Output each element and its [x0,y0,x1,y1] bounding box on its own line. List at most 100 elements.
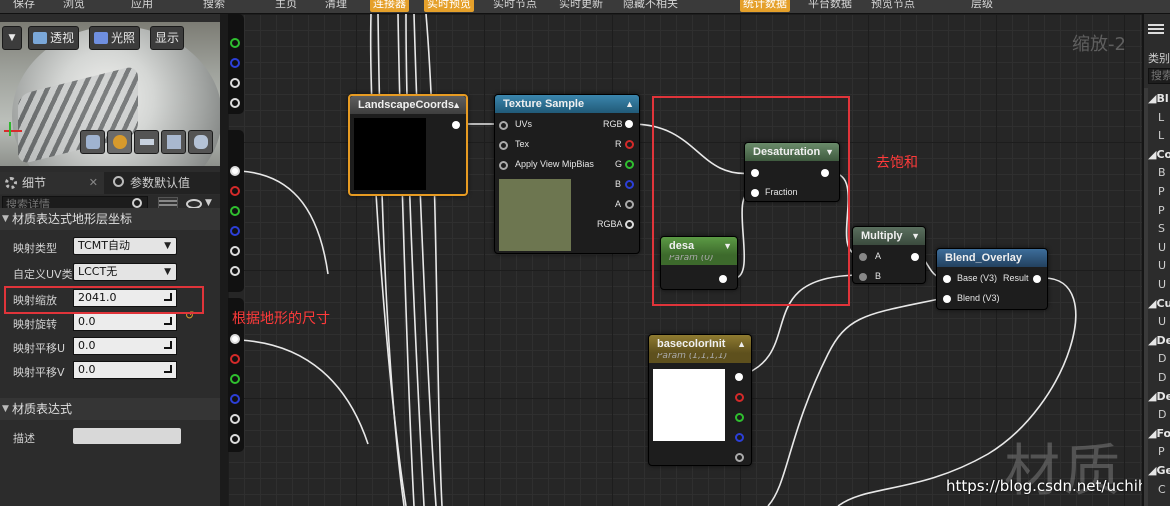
node-texture-sample[interactable]: Texture Sample ▲ UVs Tex Apply View MipB… [494,94,640,254]
palette-item[interactable]: U [1158,241,1166,254]
node-header[interactable]: Texture Sample ▲ [495,95,639,113]
palette-category[interactable]: ◢Ge [1148,464,1170,477]
red-pin[interactable] [230,354,240,364]
output-pin-a[interactable] [625,200,634,209]
output-pin-g[interactable] [625,160,634,169]
material-expression-section-header[interactable]: ▼ 材质表达式 [0,398,220,420]
blue-pin[interactable] [230,226,240,236]
white-pin[interactable] [230,246,240,256]
toolbar-browse-button[interactable]: 浏览 [60,0,88,12]
input-pin[interactable] [499,141,508,150]
input-pin-blend[interactable] [943,295,951,303]
white-pin[interactable] [230,98,240,108]
palette-category[interactable]: ◢Bl [1148,92,1169,105]
palette-item[interactable]: D [1158,352,1166,365]
landscape-coords-section-header[interactable]: ▼ 材质表达式地形层坐标 [0,208,220,230]
output-pin-b[interactable] [625,180,634,189]
node-landscape-coords[interactable]: LandscapeCoords ▲ [348,94,468,196]
toolbar-live-preview-button[interactable]: 实时预览 [424,0,474,12]
chevron-down-icon[interactable]: ▼ [205,198,212,208]
palette-item[interactable]: C [1158,483,1166,496]
toolbar-hierarchy-button[interactable]: 层级 [968,0,996,12]
output-pin[interactable] [911,253,919,261]
tab-details[interactable]: 细节 ✕ [0,172,104,194]
node-blend-overlay[interactable]: Blend_Overlay Base (V3) Result Blend (V3… [936,248,1048,310]
output-pin[interactable] [230,166,240,176]
palette-item[interactable]: P [1158,204,1165,217]
palette-item[interactable]: P [1158,185,1165,198]
output-pin[interactable] [452,121,460,129]
output-pin-b[interactable] [735,433,744,442]
tab-parameter-defaults[interactable]: 参数默认值 [108,172,226,194]
output-pin[interactable] [230,334,240,344]
palette-item[interactable]: U [1158,278,1166,291]
plane-preview-button[interactable] [134,130,159,154]
white-pin[interactable] [230,78,240,88]
palette-category[interactable]: ◢De [1148,390,1170,403]
toolbar-save-button[interactable]: 保存 [10,0,38,12]
collapse-triangle-icon[interactable]: ▲ [737,335,746,353]
output-pin[interactable] [735,373,743,381]
cylinder-preview-button[interactable] [80,130,105,154]
output-pin-a[interactable] [735,453,744,462]
toolbar-apply-button[interactable]: 应用 [128,0,156,12]
mapping-pan-v-input[interactable]: 0.0 [73,361,177,379]
custom-uv-type-select[interactable]: LCCT无 ▼ [73,263,177,281]
output-pin-g[interactable] [735,413,744,422]
mapping-type-select[interactable]: TCMT自动 ▼ [73,237,177,255]
collapse-triangle-icon[interactable]: ▲ [625,95,634,113]
cube-preview-button[interactable] [161,130,186,154]
drag-handle-icon[interactable] [164,365,172,373]
node-basecolor-init[interactable]: basecolorInit ▲ Param (1,1,1,1) [648,334,752,466]
input-pin-a[interactable] [859,253,867,261]
lighting-button[interactable]: 光照 [89,26,141,50]
node-header[interactable]: LandscapeCoords ▲ [350,96,466,114]
palette-item[interactable]: D [1158,408,1166,421]
drag-handle-icon[interactable] [164,341,172,349]
toolbar-stats-button[interactable]: 统计数据 [740,0,790,12]
toolbar-live-update-button[interactable]: 实时更新 [556,0,606,12]
output-pin-rgba[interactable] [625,220,634,229]
output-pin-r[interactable] [735,393,744,402]
perspective-button[interactable]: 透视 [28,26,80,50]
toolbar-connectors-button[interactable]: 连接器 [370,0,409,12]
material-graph-canvas[interactable]: 缩放-2 LandscapeCoords ▲ Texture Sample ▲ … [228,14,1142,506]
palette-item[interactable]: L [1158,129,1164,142]
white-pin[interactable] [230,414,240,424]
palette-item[interactable]: S [1158,222,1165,235]
palette-category[interactable]: ◢Co [1148,148,1170,161]
collapse-triangle-icon[interactable]: ▲ [452,96,461,114]
toolbar-platform-stats-button[interactable]: 平台数据 [805,0,855,12]
green-pin[interactable] [230,38,240,48]
palette-category[interactable]: ◢Cu [1148,297,1170,310]
node-header[interactable]: Blend_Overlay [937,249,1047,267]
drag-handle-icon[interactable] [164,317,172,325]
palette-category[interactable]: ◢Fo [1148,427,1170,440]
blue-pin[interactable] [230,58,240,68]
node-header[interactable]: basecolorInit ▲ [649,335,751,353]
input-pin-base[interactable] [943,275,951,283]
chevron-down-icon[interactable]: ▼ [911,227,920,245]
description-input[interactable] [73,428,181,444]
material-preview-viewport[interactable]: ▼ 透视 光照 显示 [0,22,220,166]
toolbar-search-button[interactable]: 搜索 [200,0,228,12]
white-pin[interactable] [230,434,240,444]
sphere-preview-button[interactable] [107,130,132,154]
palette-item[interactable]: L [1158,111,1164,124]
toolbar-preview-node-button[interactable]: 预览节点 [868,0,918,12]
green-pin[interactable] [230,206,240,216]
output-pin-r[interactable] [625,140,634,149]
palette-item[interactable]: U [1158,259,1166,272]
node-multiply[interactable]: Multiply ▼ A B [852,226,926,284]
white-pin[interactable] [230,266,240,276]
palette-category[interactable]: ◢De [1148,334,1170,347]
input-pin[interactable] [499,161,508,170]
mapping-pan-u-input[interactable]: 0.0 [73,337,177,355]
palette-search-input[interactable] [1148,68,1170,84]
toolbar-live-nodes-button[interactable]: 实时节点 [490,0,540,12]
show-button[interactable]: 显示 [150,26,185,50]
palette-item[interactable]: B [1158,166,1166,179]
toolbar-home-button[interactable]: 主页 [272,0,300,12]
palette-item[interactable]: D [1158,371,1166,384]
toolbar-hide-unrelated-button[interactable]: 隐藏不相关 [620,0,681,12]
